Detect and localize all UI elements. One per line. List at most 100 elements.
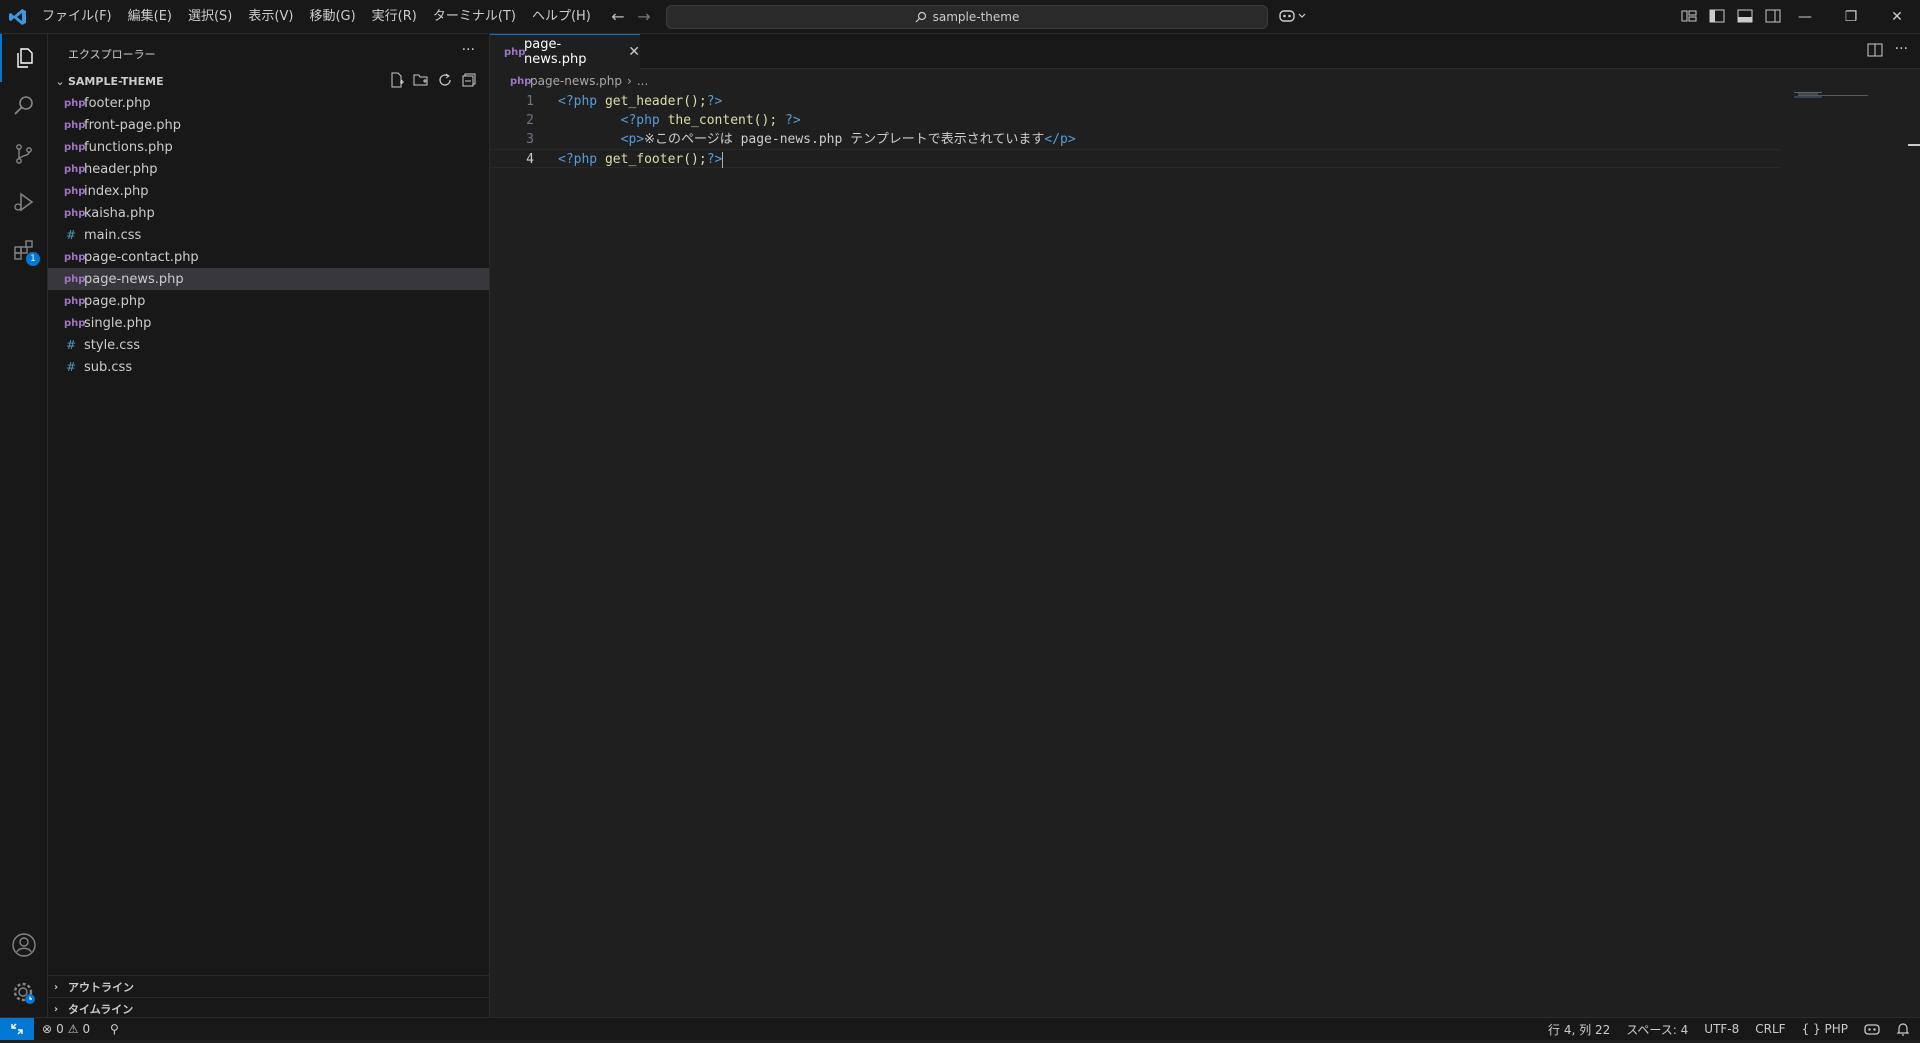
activity-search[interactable] [0, 82, 48, 130]
file-item-kaisha[interactable]: php kaisha.php [48, 202, 489, 224]
code-line: 1 <?php get_header();?> [490, 92, 1780, 111]
menu-run[interactable]: 実行(R) [364, 0, 425, 34]
cursor-position[interactable]: 行 4, 列 22 [1548, 1021, 1610, 1038]
file-item-main-css[interactable]: # main.css [48, 224, 489, 246]
ports-icon[interactable]: ⚲ [110, 1018, 119, 1040]
line-number: 4 [526, 152, 534, 167]
problems-indicator[interactable]: ⊗ 0 ⚠ 0 [42, 1018, 90, 1040]
breadcrumb-more[interactable]: ... [637, 74, 648, 88]
forward-arrow-icon[interactable]: → [634, 7, 654, 27]
file-item-page-news[interactable]: php page-news.php [48, 268, 489, 290]
file-item-header[interactable]: php header.php [48, 158, 489, 180]
menu-help[interactable]: ヘルプ(H) [524, 0, 599, 34]
activity-extensions[interactable]: 1 [0, 226, 48, 274]
code-line: 3 <p>※このページは page-news.php テンプレートで表示されてい… [490, 130, 1780, 149]
language-mode[interactable]: { } PHP [1802, 1022, 1848, 1036]
code-line-current: 4 <?php get_footer();?> [490, 149, 1780, 168]
code-text: ※このページは page-news.php テンプレートで表示されています [644, 132, 1045, 147]
activity-run-debug[interactable] [0, 178, 48, 226]
file-name: footer.php [84, 95, 151, 111]
menu-terminal[interactable]: ターミナル(T) [425, 0, 524, 34]
tab-label: page-news.php [524, 37, 587, 67]
file-item-sub-css[interactable]: # sub.css [48, 356, 489, 378]
close-window-icon[interactable]: ✕ [1874, 0, 1920, 34]
activity-bar: 1 [0, 34, 48, 1017]
activity-manage[interactable] [0, 969, 48, 1017]
file-name: style.css [84, 337, 140, 353]
minimize-icon[interactable]: — [1782, 0, 1828, 34]
breadcrumb: php page-news.php › ... [510, 72, 648, 90]
file-item-functions[interactable]: php functions.php [48, 136, 489, 158]
more-actions-icon[interactable]: ··· [462, 42, 475, 58]
menu-edit[interactable]: 編集(E) [120, 0, 180, 34]
vscode-logo-icon [9, 9, 26, 25]
split-editor-icon[interactable] [1867, 42, 1883, 58]
menu-file[interactable]: ファイル(F) [34, 0, 120, 34]
php-open-tag: <?php [558, 94, 598, 109]
toggle-panel-icon[interactable] [1736, 7, 1754, 25]
customize-layout-icon[interactable] [1680, 7, 1698, 25]
minimap[interactable] [1794, 92, 1874, 98]
php-open-tag: <?php [620, 113, 660, 128]
activity-source-control[interactable] [0, 130, 48, 178]
breadcrumb-file[interactable]: page-news.php [530, 74, 622, 88]
search-icon [915, 11, 926, 23]
outline-section[interactable]: › アウトライン [48, 975, 489, 998]
end-of-line[interactable]: CRLF [1755, 1022, 1785, 1036]
file-item-style-css[interactable]: # style.css [48, 334, 489, 356]
refresh-icon[interactable] [437, 72, 453, 88]
more-actions-icon[interactable]: ··· [1895, 42, 1908, 58]
close-icon[interactable]: ✕ [628, 44, 640, 60]
tab-page-news[interactable]: php page-news.php ✕ [490, 34, 640, 69]
html-close-tag: </p> [1044, 132, 1076, 147]
file-item-front-page[interactable]: php front-page.php [48, 114, 489, 136]
copilot-status-icon[interactable] [1864, 1022, 1880, 1036]
php-file-icon: php [504, 46, 526, 58]
indentation[interactable]: スペース: 4 [1626, 1021, 1688, 1038]
line-number: 2 [526, 113, 534, 128]
notifications-bell-icon[interactable] [1896, 1022, 1910, 1036]
css-file-icon: # [65, 360, 77, 374]
file-item-page-contact[interactable]: php page-contact.php [48, 246, 489, 268]
warning-icon: ⚠ [67, 1022, 79, 1036]
code-text: get_header(); [597, 94, 707, 109]
folder-header[interactable]: ⌄ SAMPLE-THEME [48, 70, 489, 92]
activity-accounts[interactable] [0, 921, 48, 969]
restore-icon[interactable]: ❐ [1828, 0, 1874, 34]
file-name: single.php [84, 315, 152, 331]
php-close-tag: ?> [706, 94, 723, 109]
code-editor[interactable]: 1 <?php get_header();?> 2 <?php the_cont… [490, 92, 1780, 168]
back-arrow-icon[interactable]: ← [608, 7, 628, 27]
code-text: the_content(); [659, 113, 785, 128]
collapse-all-icon[interactable] [461, 72, 477, 88]
copilot-button[interactable] [1278, 7, 1312, 27]
error-count: 0 [56, 1022, 64, 1036]
activity-explorer[interactable] [0, 34, 48, 82]
extensions-badge: 1 [26, 252, 40, 266]
file-item-page[interactable]: php page.php [48, 290, 489, 312]
menu-go[interactable]: 移動(G) [301, 0, 363, 34]
menu-selection[interactable]: 選択(S) [180, 0, 240, 34]
file-item-footer[interactable]: php footer.php [48, 92, 489, 114]
explorer-sidebar: エクスプローラー ··· ⌄ SAMPLE-THEME php footer.ph… [48, 34, 490, 1017]
file-item-index[interactable]: php index.php [48, 180, 489, 202]
php-open-tag: <?php [558, 152, 598, 167]
new-file-icon[interactable] [389, 72, 405, 88]
new-folder-icon[interactable] [413, 72, 429, 88]
php-file-icon: php [64, 317, 86, 329]
chevron-right-icon: › [54, 1003, 59, 1015]
file-item-single[interactable]: php single.php [48, 312, 489, 334]
file-name: kaisha.php [84, 205, 155, 221]
php-file-icon: php [64, 185, 86, 197]
menu-view[interactable]: 表示(V) [240, 0, 301, 34]
toggle-secondary-sidebar-icon[interactable] [1764, 7, 1782, 25]
encoding[interactable]: UTF-8 [1704, 1022, 1739, 1036]
command-center-search[interactable]: sample-theme [666, 5, 1268, 29]
remote-indicator[interactable] [0, 1018, 34, 1040]
file-tree: php footer.php php front-page.php php funct… [48, 92, 489, 378]
run-debug-icon [14, 192, 34, 212]
php-file-icon: php [64, 273, 86, 285]
file-name: sub.css [84, 359, 133, 375]
toggle-primary-sidebar-icon[interactable] [1708, 7, 1726, 25]
php-file-icon: php [64, 251, 86, 263]
